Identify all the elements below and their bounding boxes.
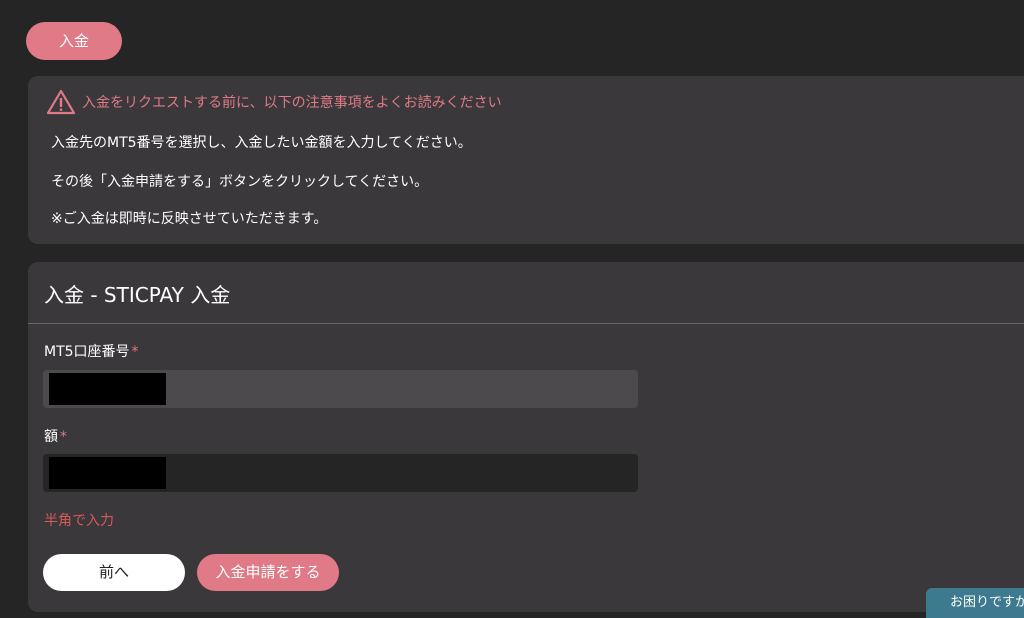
form-title: 入金 - STICPAY 入金 (44, 283, 231, 307)
amount-hint: 半角で入力 (44, 513, 114, 529)
notice-line-3: ※ご入金は即時に反映させていただきます。 (51, 211, 328, 227)
help-chat-button[interactable]: お困りですか (926, 588, 1024, 618)
account-select[interactable] (43, 370, 638, 408)
warning-icon (46, 89, 76, 115)
notice-header: 入金をリクエストする前に、以下の注意事項をよくお読みください (46, 89, 502, 115)
required-mark: * (60, 429, 67, 445)
account-label-text: MT5口座番号 (44, 344, 130, 360)
redacted-value (49, 373, 166, 405)
amount-field-label: 額 * (44, 426, 67, 446)
account-field-label: MT5口座番号 * (44, 341, 139, 361)
redacted-value (49, 457, 166, 489)
deposit-tab-button[interactable]: 入金 (26, 22, 122, 60)
deposit-form-panel: 入金 - STICPAY 入金 MT5口座番号 * 額 * 半角で入力 前へ 入金申… (28, 262, 1024, 612)
notice-line-1: 入金先のMT5番号を選択し、入金したい金額を入力してください。 (51, 135, 472, 151)
notice-line-2: その後「入金申請をする」ボタンをクリックしてください。 (51, 174, 429, 190)
amount-input[interactable] (43, 454, 638, 492)
divider (28, 323, 1024, 324)
required-mark: * (131, 344, 139, 360)
submit-deposit-button[interactable]: 入金申請をする (197, 554, 339, 591)
notice-box: 入金をリクエストする前に、以下の注意事項をよくお読みください 入金先のMT5番号… (28, 76, 1024, 244)
notice-title: 入金をリクエストする前に、以下の注意事項をよくお読みください (82, 95, 502, 111)
amount-label-text: 額 (44, 429, 58, 445)
back-button[interactable]: 前へ (43, 554, 185, 591)
